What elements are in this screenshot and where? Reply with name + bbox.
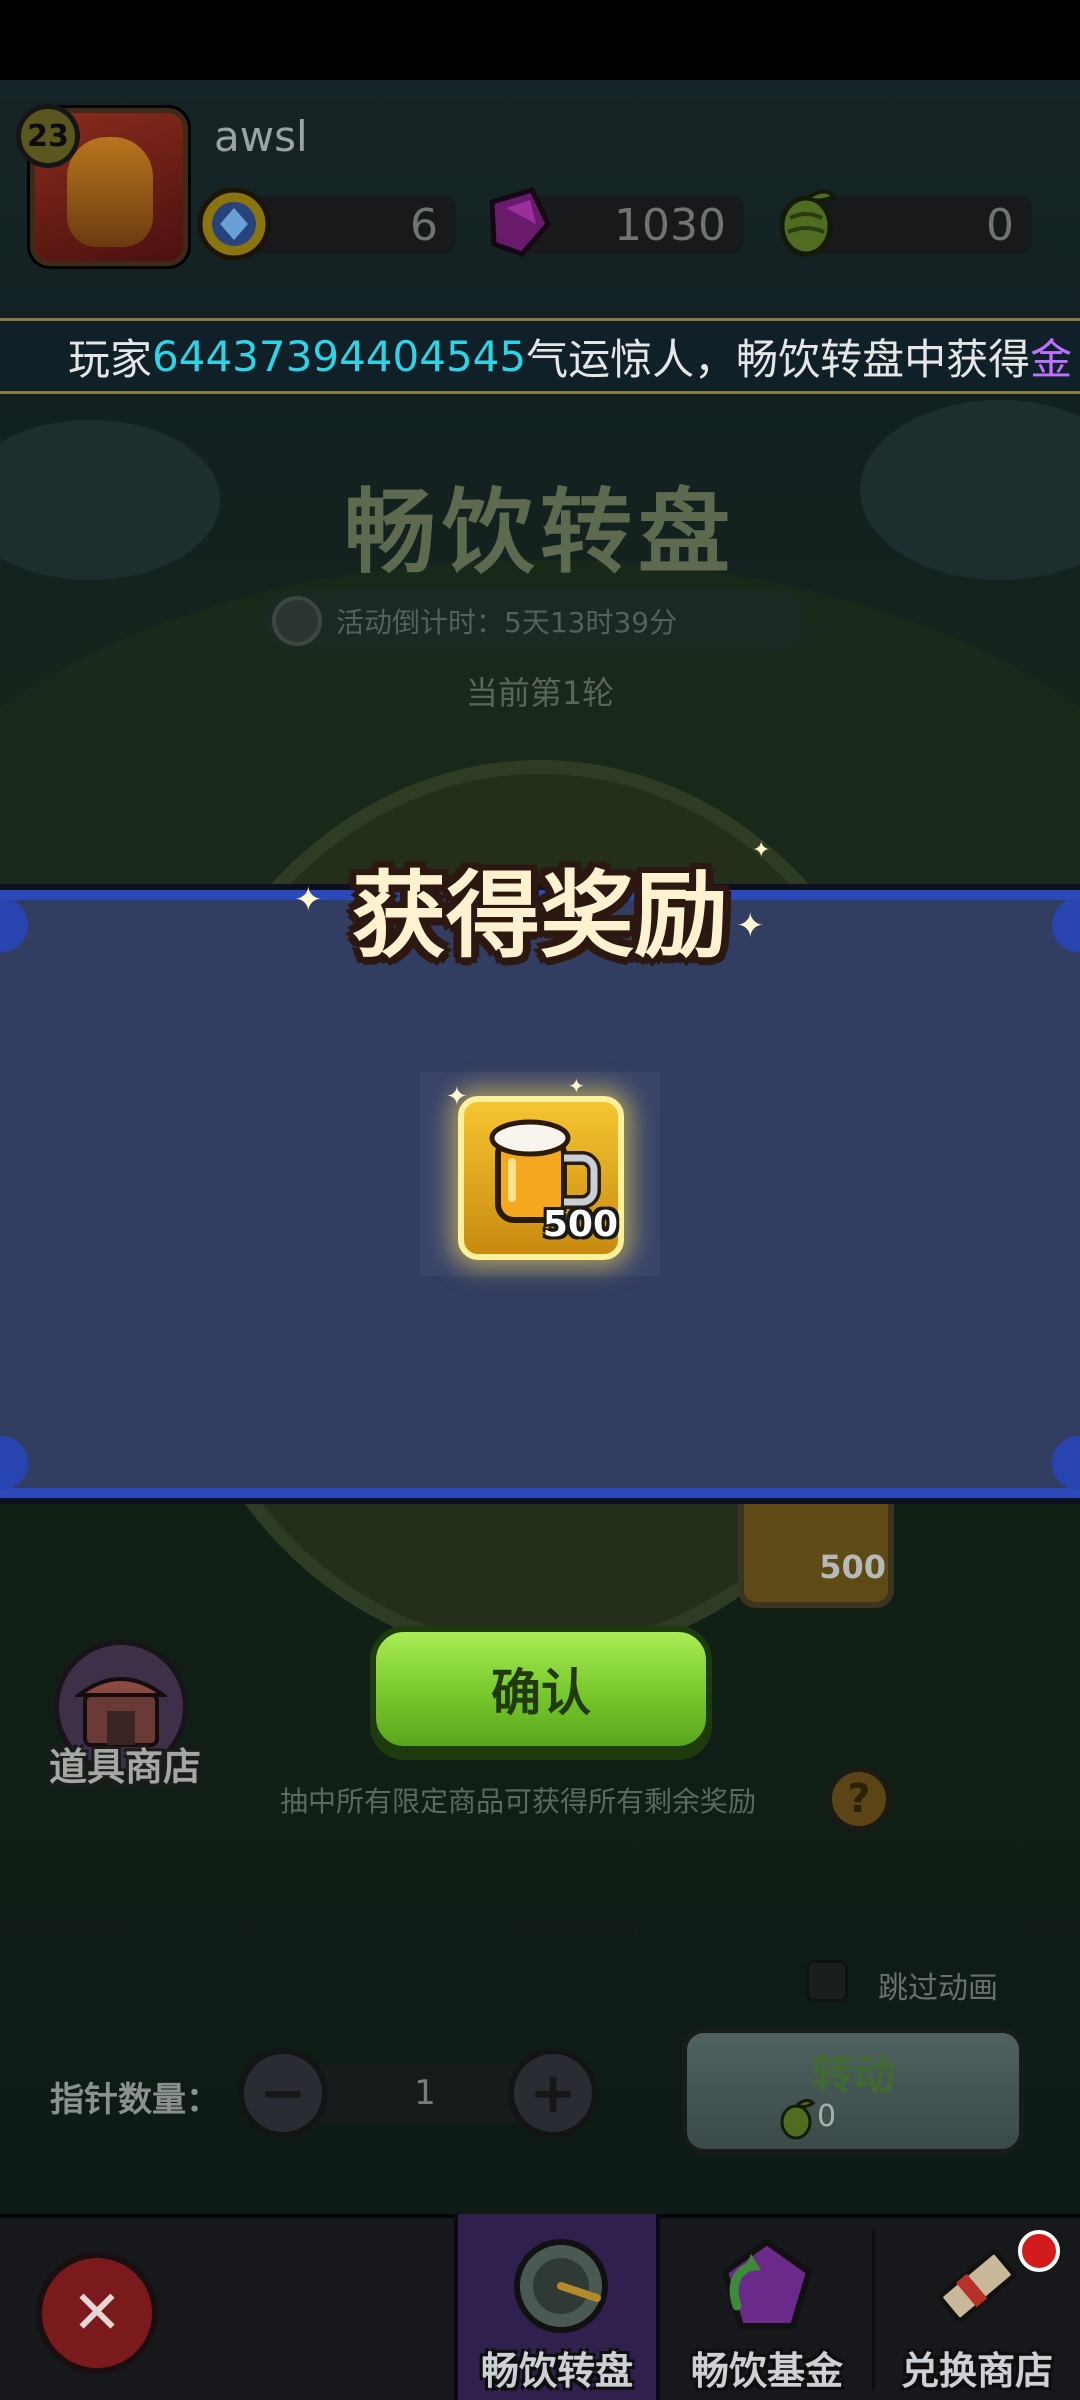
sparkle-icon: ✦ bbox=[446, 1082, 468, 1112]
tab-label: 畅饮基金 bbox=[690, 2349, 843, 2393]
sparkle-icon: ✦ bbox=[752, 838, 771, 863]
countdown-pill: 活动倒计时：5天13时39分 bbox=[264, 590, 806, 652]
item-shop-label: 道具商店 bbox=[48, 1745, 201, 1789]
minus-icon: − bbox=[259, 2060, 307, 2126]
spin-label: 转动 bbox=[810, 2050, 895, 2099]
tab-label: 畅饮转盘 bbox=[480, 2349, 633, 2393]
increase-button[interactable]: + bbox=[508, 2048, 598, 2138]
decrease-button[interactable]: − bbox=[238, 2048, 328, 2138]
purple-gem-icon bbox=[489, 186, 551, 257]
close-icon: ✕ bbox=[71, 2278, 123, 2348]
pointer-count-label: 指针数量： bbox=[50, 2080, 220, 2120]
sparkle-icon: ✦ bbox=[294, 880, 323, 920]
gold-coin-icon bbox=[197, 187, 271, 261]
hop-counter: 0 bbox=[812, 196, 1032, 254]
hop-value: 0 bbox=[986, 199, 1014, 251]
tab-label: 兑换商店 bbox=[900, 2349, 1053, 2393]
spin-button[interactable]: 转动 0 bbox=[682, 2028, 1024, 2154]
reward-count: 500 bbox=[542, 1204, 618, 1245]
gold-counter: 6 bbox=[244, 196, 456, 254]
notification-badge bbox=[1018, 2230, 1060, 2272]
wheel-reward-count: 500 bbox=[819, 1548, 886, 1586]
marquee-text: 气运惊人，畅饮转盘中获得 bbox=[526, 334, 1031, 384]
close-button[interactable]: ✕ bbox=[36, 2252, 158, 2374]
gold-value: 6 bbox=[410, 199, 438, 251]
event-title: 畅饮转盘 bbox=[343, 479, 736, 586]
spin-cost: 0 bbox=[817, 2099, 837, 2134]
skip-animation-label: 跳过动画 bbox=[878, 1971, 998, 2006]
marquee-player-id: 64437394404545 bbox=[152, 331, 527, 381]
tab-drinking-wheel[interactable]: 畅饮转盘 bbox=[454, 2214, 660, 2400]
marquee-prefix: 玩家 bbox=[68, 334, 153, 384]
sparkle-icon: ✦ bbox=[736, 906, 765, 946]
avatar-portrait bbox=[67, 137, 153, 247]
level-badge: 23 bbox=[16, 104, 80, 168]
tab-drinking-fund[interactable]: 畅饮基金 bbox=[664, 2214, 870, 2400]
timer-icon bbox=[272, 596, 322, 646]
wheel-icon bbox=[514, 2239, 608, 2333]
username: awsl bbox=[214, 112, 308, 161]
round-indicator: 当前第1轮 bbox=[465, 674, 615, 712]
marquee-item: 金 bbox=[1030, 334, 1073, 384]
skip-animation-checkbox[interactable] bbox=[806, 1960, 848, 2002]
plus-icon: + bbox=[529, 2060, 577, 2126]
gem-value: 1030 bbox=[614, 199, 726, 251]
gem-upgrade-icon bbox=[721, 2238, 813, 2329]
hop-icon bbox=[780, 2098, 816, 2140]
help-button[interactable]: ? bbox=[828, 1768, 890, 1830]
status-bar bbox=[0, 0, 1080, 80]
ticket-icon bbox=[938, 2249, 1016, 2323]
countdown-text: 活动倒计时：5天13时39分 bbox=[336, 606, 678, 639]
hint-text: 抽中所有限定商品可获得所有剩余奖励 bbox=[280, 1785, 757, 1818]
sparkle-icon: ✦ bbox=[568, 1074, 585, 1098]
announcement-marquee: 玩家 64437394404545 气运惊人，畅饮转盘中获得金 bbox=[0, 318, 1080, 394]
hop-icon bbox=[779, 189, 838, 257]
modal-title: 获得奖励 bbox=[351, 862, 728, 971]
confirm-button[interactable]: 确认 bbox=[370, 1626, 712, 1752]
